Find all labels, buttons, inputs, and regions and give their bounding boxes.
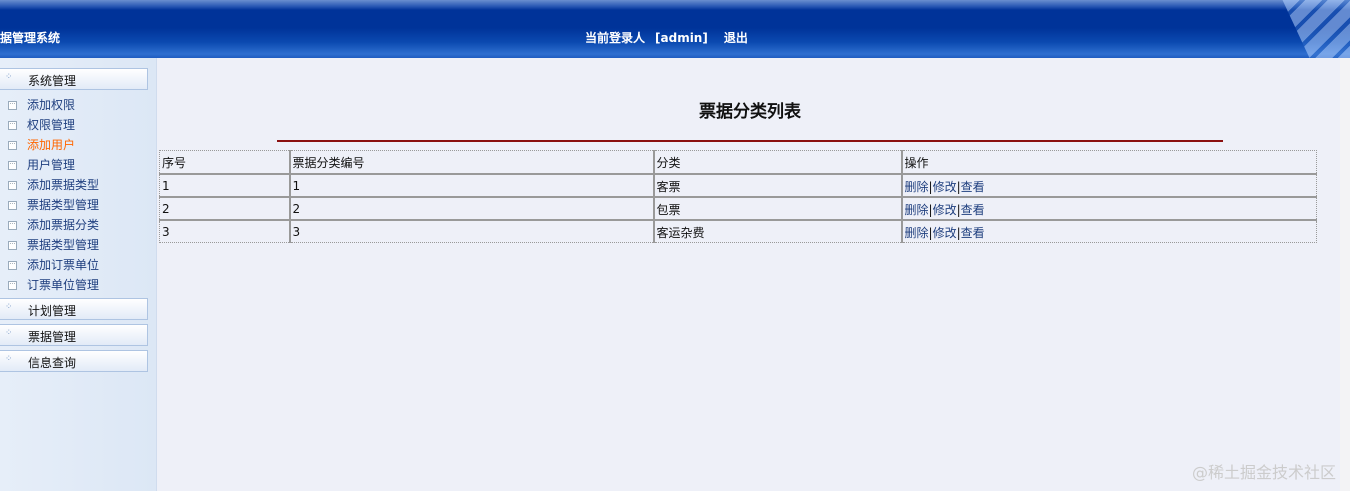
keyboard-banner-image — [1282, 0, 1350, 58]
view-link[interactable]: 查看 — [961, 226, 985, 240]
header: 据管理系统 当前登录人 [admin] 退出 — [0, 0, 1350, 58]
item-icon: ··· — [8, 181, 17, 190]
sidebar-item-ticket-type-manage-2[interactable]: ··· 票据类型管理 — [8, 236, 99, 256]
cell-actions: 删除|修改|查看 — [900, 173, 1317, 198]
cell-actions: 删除|修改|查看 — [900, 196, 1317, 221]
item-label: 添加订票单位 — [27, 258, 100, 272]
sidebar-item-add-booking-unit[interactable]: ··· 添加订票单位 — [8, 256, 99, 276]
group-label: 计划管理 — [28, 304, 77, 318]
cell-no: 3 — [162, 225, 170, 240]
group-label: 系统管理 — [28, 74, 77, 88]
app-title: 据管理系统 — [0, 31, 61, 45]
item-icon: ··· — [8, 121, 17, 130]
cell-category: 客票 — [652, 173, 902, 198]
current-user: [admin] — [655, 31, 708, 45]
cell-no: 2 — [159, 196, 290, 221]
delete-link[interactable]: 删除 — [905, 226, 929, 240]
table-row: 3 3 客运杂费 删除|修改|查看 — [160, 219, 1317, 243]
item-label: 用户管理 — [27, 158, 76, 172]
watermark: @稀土掘金技术社区 — [1191, 463, 1336, 482]
item-icon: ··· — [8, 221, 17, 230]
item-label: 票据类型管理 — [27, 238, 100, 252]
table-row: 2 2 包票 删除|修改|查看 — [159, 196, 1317, 221]
title-divider — [277, 140, 1223, 142]
item-icon: ··· — [8, 201, 17, 210]
login-label: 当前登录人 — [585, 31, 646, 45]
cell-category: 包票 — [652, 196, 902, 221]
column-header: 票据分类编号 — [288, 150, 654, 175]
item-icon: ··· — [8, 261, 17, 270]
expand-icon: ⁘ — [5, 302, 13, 312]
sidebar-group-ticket[interactable]: ⁘ 票据管理 — [0, 324, 148, 346]
expand-icon: ⁘ — [5, 354, 13, 364]
sidebar-item-user-manage[interactable]: ··· 用户管理 — [8, 156, 75, 176]
delete-link[interactable]: 删除 — [905, 203, 929, 217]
sidebar-item-add-user[interactable]: ··· 添加用户 — [8, 136, 75, 156]
item-icon: ··· — [8, 241, 17, 250]
item-label: 添加票据分类 — [27, 218, 100, 232]
view-link[interactable]: 查看 — [961, 203, 985, 217]
user-info: 当前登录人 [admin] 退出 — [585, 29, 748, 46]
cell-code: 1 — [288, 173, 654, 198]
table-row: 1 1 客票 删除|修改|查看 — [159, 173, 1317, 198]
sidebar-group-system[interactable]: ⁘ 系统管理 — [0, 68, 148, 90]
sidebar-item-ticket-type-manage[interactable]: ··· 票据类型管理 — [8, 196, 99, 216]
expand-icon: ⁘ — [5, 72, 13, 82]
cell-code: 3 — [288, 219, 654, 243]
column-header: 操作 — [900, 150, 1317, 175]
column-header: 序号 — [159, 150, 290, 175]
sidebar-item-add-ticket-category[interactable]: ··· 添加票据分类 — [8, 216, 99, 236]
column-header: 分类 — [652, 150, 902, 175]
delete-link[interactable]: 删除 — [905, 180, 929, 194]
edit-link[interactable]: 修改 — [933, 203, 957, 217]
logout-link[interactable]: 退出 — [724, 31, 748, 45]
scrollbar[interactable] — [1340, 58, 1350, 491]
cell-category: 客运杂费 — [652, 219, 902, 243]
ticket-category-table: 序号 票据分类编号 分类 操作 1 1 客票 删除|修改|查看 2 2 包票 删… — [159, 150, 1317, 243]
sidebar-item-booking-unit-manage[interactable]: ··· 订票单位管理 — [8, 276, 99, 296]
sidebar-group-plan[interactable]: ⁘ 计划管理 — [0, 298, 148, 320]
item-label: 订票单位管理 — [27, 278, 100, 292]
item-label: 添加票据类型 — [27, 178, 100, 192]
cell-actions: 删除|修改|查看 — [900, 219, 1317, 243]
cell-code: 2 — [288, 196, 654, 221]
group-label: 信息查询 — [28, 356, 77, 370]
edit-link[interactable]: 修改 — [933, 226, 957, 240]
item-icon: ··· — [8, 141, 17, 150]
sidebar: ⁘ 系统管理 ··· 添加权限 ··· 权限管理 ··· 添加用户 ··· 用户管理 ··… — [0, 58, 157, 491]
item-icon: ··· — [8, 281, 17, 290]
edit-link[interactable]: 修改 — [933, 180, 957, 194]
sidebar-item-add-ticket-type[interactable]: ··· 添加票据类型 — [8, 176, 99, 196]
view-link[interactable]: 查看 — [961, 180, 985, 194]
cell-no: 1 — [159, 173, 290, 198]
page-title: 票据分类列表 — [699, 102, 801, 122]
item-icon: ··· — [8, 161, 17, 170]
item-label: 添加用户 — [27, 138, 76, 152]
item-label: 票据类型管理 — [27, 198, 100, 212]
group-label: 票据管理 — [28, 330, 77, 344]
sidebar-group-query[interactable]: ⁘ 信息查询 — [0, 350, 148, 372]
expand-icon: ⁘ — [5, 328, 13, 338]
table-header-row: 序号 票据分类编号 分类 操作 — [159, 150, 1317, 175]
